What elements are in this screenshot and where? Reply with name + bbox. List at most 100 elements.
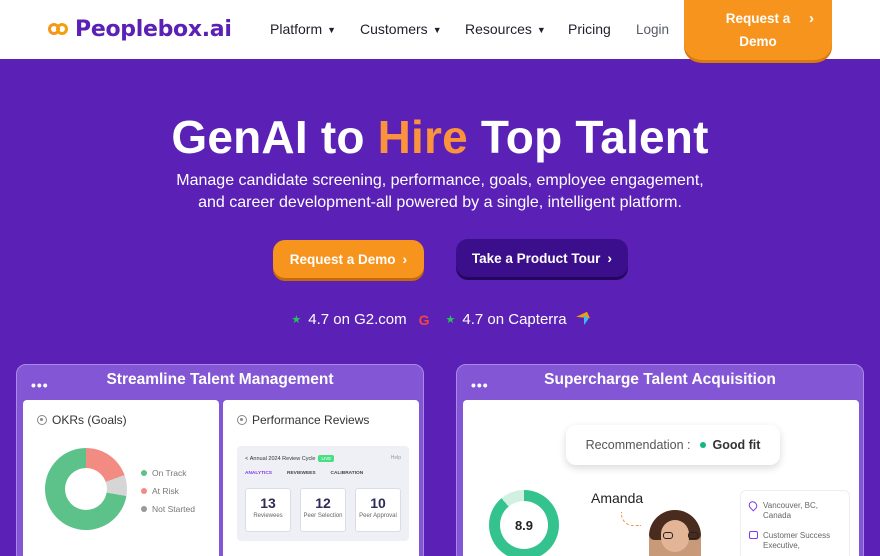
legend-swatch xyxy=(141,488,147,494)
candidate-location: Vancouver, BC, Canada xyxy=(763,501,818,520)
chevron-right-icon: › xyxy=(402,251,408,267)
nav-pricing-label: Pricing xyxy=(568,21,611,37)
review-cycle-box: < Annual 2024 Review Cycle LIVE Help ANAL… xyxy=(237,446,409,541)
nav-demo-line2: Demo xyxy=(739,34,777,49)
stat-peer-selection: 12 Peer Selection xyxy=(300,488,346,532)
product-tour-label: Take a Product Tour xyxy=(471,250,601,266)
nav-customers-label: Customers xyxy=(360,21,428,37)
legend-swatch xyxy=(141,506,147,512)
stat-value: 13 xyxy=(260,495,276,511)
okr-title: OKRs (Goals) xyxy=(52,413,127,427)
okr-donut-chart xyxy=(45,448,127,530)
review-cycle-title: < Annual 2024 Review Cycle LIVE xyxy=(245,455,335,462)
chevron-right-icon: › xyxy=(809,10,814,27)
talent-management-card: ••• Streamline Talent Management OKRs (G… xyxy=(16,364,424,556)
candidate-role: Customer Success Executive, xyxy=(763,531,831,550)
nav-platform-label: Platform xyxy=(270,21,323,37)
stat-label: Peer Approval xyxy=(359,513,397,519)
live-badge: LIVE xyxy=(318,455,335,462)
recommendation-label: Recommendation : xyxy=(585,438,691,452)
nav-customers[interactable]: Customers ▼ xyxy=(360,21,442,37)
star-icon: ★ xyxy=(445,314,456,326)
stat-label: Reviewees xyxy=(253,513,283,519)
recommendation-value: Good fit xyxy=(712,438,761,452)
ratings-row: ★ 4.7 on G2.com G ★ 4.7 on Capterra xyxy=(0,311,880,328)
okr-panel-header: OKRs (Goals) xyxy=(37,413,127,427)
perf-panel-header: Performance Reviews xyxy=(237,413,369,427)
star-icon: ★ xyxy=(291,314,302,326)
rating-g2: 4.7 on G2.com xyxy=(308,311,407,328)
hero-title-highlight: Hire xyxy=(377,111,468,163)
performance-panel: Performance Reviews < Annual 2024 Review… xyxy=(223,400,419,556)
stat-label: Peer Selection xyxy=(303,513,343,519)
nav-demo-label: Request a Demo xyxy=(713,7,803,53)
perf-title: Performance Reviews xyxy=(252,413,370,427)
recommendation-pill: Recommendation : Good fit xyxy=(566,425,780,465)
nav-demo-line1: Request a xyxy=(725,11,791,26)
hero-subtitle-line1: Manage candidate screening, performance,… xyxy=(176,172,704,189)
info-row-role: Customer Success Executive, xyxy=(749,531,843,551)
candidate-info-box: Vancouver, BC, Canada Customer Success E… xyxy=(740,490,850,556)
stat-value: 12 xyxy=(315,495,331,511)
hero-subtitle-line2: and career development-all powered by a … xyxy=(198,194,682,211)
legend-item: At Risk xyxy=(141,482,195,500)
location-pin-icon xyxy=(746,499,760,512)
request-demo-button[interactable]: Request a Demo › xyxy=(273,240,424,278)
legend-item: Not Started xyxy=(141,500,195,518)
review-cycle-label: Annual 2024 Review Cycle xyxy=(249,455,316,462)
candidate-avatar xyxy=(649,510,701,556)
briefcase-icon xyxy=(749,531,758,539)
chevron-right-icon: › xyxy=(607,250,613,266)
rating-capterra: 4.7 on Capterra xyxy=(462,311,567,328)
nav-resources[interactable]: Resources ▼ xyxy=(465,21,546,37)
login-link[interactable]: Login xyxy=(636,22,669,37)
okr-legend: On Track At Risk Not Started xyxy=(141,464,195,518)
tab-analytics: ANALYTICS xyxy=(245,471,273,476)
top-nav: Peoplebox.ai Platform ▼ Customers ▼ Resour… xyxy=(0,0,880,60)
perf-tabs: ANALYTICS REVIEWEES CALIBRATION xyxy=(245,471,378,476)
nav-platform[interactable]: Platform ▼ xyxy=(270,21,336,37)
target-icon xyxy=(237,415,247,425)
logo-icon xyxy=(48,21,70,37)
capterra-logo-icon xyxy=(577,314,589,326)
chevron-down-icon: ▼ xyxy=(327,25,337,35)
dashed-arrow-icon xyxy=(621,512,641,526)
hero-title-part1: GenAI to xyxy=(171,111,378,163)
info-row-location: Vancouver, BC, Canada xyxy=(746,499,843,521)
logo-text: Peoplebox.ai xyxy=(75,16,232,42)
legend-swatch xyxy=(141,470,147,476)
nav-request-demo-button[interactable]: Request a Demo › xyxy=(684,0,832,60)
stat-peer-approval: 10 Peer Approval xyxy=(355,488,401,532)
request-demo-label: Request a Demo xyxy=(289,251,396,267)
hero-title-part2: Top Talent xyxy=(467,111,709,163)
legend-label: Not Started xyxy=(152,504,195,514)
card-title: Supercharge Talent Acquisition xyxy=(544,371,776,388)
acquisition-panel: Recommendation : Good fit 8.9 Amanda Van… xyxy=(463,400,859,556)
okr-panel: OKRs (Goals) On Track At Risk Not Starte… xyxy=(23,400,219,556)
status-dot-icon xyxy=(699,442,706,448)
help-link: Help xyxy=(390,455,401,461)
legend-item: On Track xyxy=(141,464,195,482)
g2-logo-icon: G xyxy=(418,311,430,328)
hero-title: GenAI to Hire Top Talent xyxy=(0,110,880,164)
stat-value: 10 xyxy=(370,495,386,511)
product-tour-button[interactable]: Take a Product Tour › xyxy=(456,239,628,277)
candidate-name: Amanda xyxy=(591,490,644,506)
nav-resources-label: Resources xyxy=(465,21,532,37)
tab-calibration: CALIBRATION xyxy=(330,471,364,476)
legend-label: At Risk xyxy=(152,486,179,496)
chevron-down-icon: ▼ xyxy=(536,25,546,35)
avatar-glasses xyxy=(663,532,673,539)
nav-pricing[interactable]: Pricing xyxy=(568,21,611,37)
avatar-glasses xyxy=(688,532,698,539)
card-title: Streamline Talent Management xyxy=(106,371,334,388)
hero-subtitle: Manage candidate screening, performance,… xyxy=(0,170,880,214)
talent-acquisition-card: ••• Supercharge Talent Acquisition Recom… xyxy=(456,364,864,556)
chevron-down-icon: ▼ xyxy=(432,25,442,35)
logo[interactable]: Peoplebox.ai xyxy=(48,16,232,42)
tab-reviewees: REVIEWEES xyxy=(287,471,316,476)
score-value: 8.9 xyxy=(514,517,534,533)
legend-label: On Track xyxy=(152,468,187,478)
stat-reviewees: 13 Reviewees xyxy=(245,488,291,532)
target-icon xyxy=(37,415,47,425)
